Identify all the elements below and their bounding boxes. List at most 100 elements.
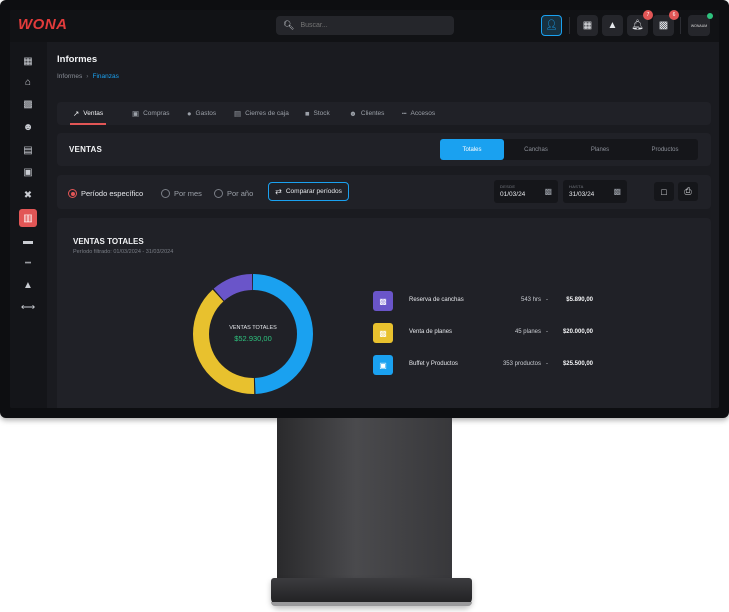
segment-productos[interactable]: Productos <box>632 139 698 160</box>
legend-amount: $5.890,00 <box>566 297 593 303</box>
sidebar-item-cash[interactable]: ▤ <box>19 141 37 159</box>
segment-totales[interactable]: Totales <box>440 139 504 160</box>
search-box[interactable]: 🔍︎ <box>276 16 454 35</box>
date-from-label: DESDE <box>500 184 516 189</box>
report-tabs: ↗ Ventas ▣ Compras ● Gastos ▤ Cierres de caj… <box>57 102 711 125</box>
legend-qty: 353 productos <box>502 361 541 367</box>
compare-periods-button[interactable]: ⇄ Comparar períodos <box>268 182 349 201</box>
online-status-dot <box>707 13 713 19</box>
box-icon: ■ <box>305 109 310 118</box>
breadcrumb-item-current: Finanzas <box>92 73 119 80</box>
breadcrumb-item-informes[interactable]: Informes <box>57 73 82 80</box>
sidebar-item-reports[interactable]: ▥ <box>19 209 37 227</box>
legend-qty: 543 hrs <box>520 297 541 303</box>
sidebar-item-billing[interactable]: ▬ <box>19 232 37 250</box>
cash-register-icon: ▤ <box>234 109 242 118</box>
tab-ventas[interactable]: ↗ Ventas <box>69 102 107 125</box>
contacts-button[interactable]: ▩ 6 <box>653 10 679 36</box>
barrier-icon: ┅ <box>402 109 407 118</box>
sidebar-item-users[interactable]: ☻ <box>19 118 37 136</box>
main-content: Informes Informes › Finanzas ↗ Ventas ▣ Comp… <box>56 42 711 408</box>
store-icon: ▣ <box>373 355 393 375</box>
tab-compras[interactable]: ▣ Compras <box>132 102 169 125</box>
legend-item-planes: ▩ Venta de planes 45 planes - $20.000,00 <box>373 323 593 343</box>
date-to-label: HASTA <box>569 184 584 189</box>
avatar-label: WONAUM <box>690 23 708 28</box>
sidebar-item-fitness[interactable]: ⟷ <box>19 298 37 316</box>
tab-accesos[interactable]: ┅ Accesos <box>402 102 435 125</box>
legend-amount: $20.000,00 <box>562 329 593 335</box>
top-bar: WONA 🔍︎ 👤︎ ▦ ▲ 🔔︎ 7 ▩ 6 <box>10 10 719 42</box>
academy-button[interactable]: ▲ <box>602 15 623 36</box>
calendar-icon: ▩ <box>373 291 393 311</box>
filters-panel: Período específico Por mes Por año ⇄ Comp… <box>57 175 711 209</box>
tab-cierres-de-caja[interactable]: ▤ Cierres de caja <box>234 102 289 125</box>
avatar[interactable]: WONAUM <box>688 13 713 36</box>
legend-separator: - <box>546 329 548 335</box>
tab-clientes[interactable]: ☻ Clientes <box>349 102 384 125</box>
sidebar-item-academy[interactable]: ▲ <box>19 276 37 294</box>
totals-title: VENTAS TOTALES <box>73 237 144 246</box>
legend-name: Reserva de canchas <box>409 297 464 303</box>
legend-item-productos: ▣ Buffet y Productos 353 productos - $25… <box>373 355 593 375</box>
bell-icon: 🔔︎ <box>631 20 644 31</box>
notifications-button[interactable]: 🔔︎ 7 <box>627 10 653 36</box>
card-icon: ▬ <box>23 235 33 247</box>
segment-canchas[interactable]: Canchas <box>504 139 568 160</box>
tab-gastos[interactable]: ● Gastos <box>187 102 216 125</box>
legend-item-canchas: ▩ Reserva de canchas 543 hrs - $5.890,00 <box>373 291 593 311</box>
sidebar-item-calendar[interactable]: ▩ <box>19 95 37 113</box>
tab-stock[interactable]: ■ Stock <box>305 102 330 125</box>
id-card-icon: ▩ <box>658 20 669 31</box>
export-button[interactable]: □ <box>654 182 674 201</box>
tab-label: Ventas <box>83 110 104 117</box>
date-from-field[interactable]: DESDE 01/03/24 ▩ <box>494 180 558 203</box>
sidebar-item-store[interactable]: ▣ <box>19 163 37 181</box>
tab-label: Stock <box>313 110 330 117</box>
radio-dot <box>68 189 77 198</box>
search-input[interactable] <box>298 21 453 30</box>
swap-arrows-icon: ⇄ <box>275 187 282 196</box>
sidebar-item-dashboard[interactable]: ▦ <box>19 52 37 70</box>
messages-badge: 6 <box>669 10 679 20</box>
sidebar-item-home[interactable]: ⌂ <box>19 73 37 91</box>
legend-separator: - <box>546 361 548 367</box>
dumbbell-icon: ⟷ <box>20 301 36 313</box>
donut-center-value: $52.930,00 <box>234 334 272 343</box>
ticket-icon: ▩ <box>373 323 393 343</box>
radio-dot <box>161 189 170 198</box>
bar-chart-icon: ▥ <box>23 212 33 224</box>
users-icon: ☻ <box>22 121 34 133</box>
date-to-field[interactable]: HASTA 31/03/24 ▩ <box>563 180 627 203</box>
app-screen: WONA 🔍︎ 👤︎ ▦ ▲ 🔔︎ 7 ▩ 6 <box>10 10 719 408</box>
ventas-panel: VENTAS Totales Canchas Planes Productos <box>57 133 711 166</box>
radio-periodo-especifico[interactable]: Período específico <box>68 189 143 198</box>
cash-register-icon: ▤ <box>23 144 33 156</box>
tab-label: Accesos <box>410 110 436 117</box>
store-icon: ▣ <box>23 166 33 178</box>
ventas-segment-control: Totales Canchas Planes Productos <box>440 139 698 160</box>
radio-por-mes[interactable]: Por mes <box>161 189 202 198</box>
breadcrumb: Informes › Finanzas <box>57 73 119 80</box>
graduation-cap-icon: ▲ <box>607 20 618 31</box>
legend-qty: 45 planes <box>514 329 541 335</box>
topbar-divider <box>569 17 570 34</box>
monitor-frame: WONA 🔍︎ 👤︎ ▦ ▲ 🔔︎ 7 ▩ 6 <box>0 0 729 418</box>
dashboard-icon: ▦ <box>23 55 33 67</box>
sidebar-item-tools[interactable]: ✖ <box>19 186 37 204</box>
segment-planes[interactable]: Planes <box>568 139 632 160</box>
user-plus-icon: 👤︎ <box>545 20 558 31</box>
radio-por-ano[interactable]: Por año <box>214 189 253 198</box>
printer-icon: ⎙ <box>684 186 692 196</box>
calendar-button[interactable]: ▦ <box>577 15 598 36</box>
calendar-icon: ▩ <box>613 187 621 196</box>
add-user-button[interactable]: 👤︎ <box>541 15 562 36</box>
radio-dot <box>214 189 223 198</box>
totals-panel: VENTAS TOTALES Período filtrado: 01/03/2… <box>57 218 711 408</box>
print-button[interactable]: ⎙ <box>678 182 698 201</box>
monitor-stand-base-edge <box>271 602 472 606</box>
notifications-badge: 7 <box>643 10 653 20</box>
sidebar-item-access[interactable]: ┅ <box>19 254 37 272</box>
radio-label: Por año <box>227 189 254 198</box>
app-logo[interactable]: WONA <box>18 16 68 33</box>
